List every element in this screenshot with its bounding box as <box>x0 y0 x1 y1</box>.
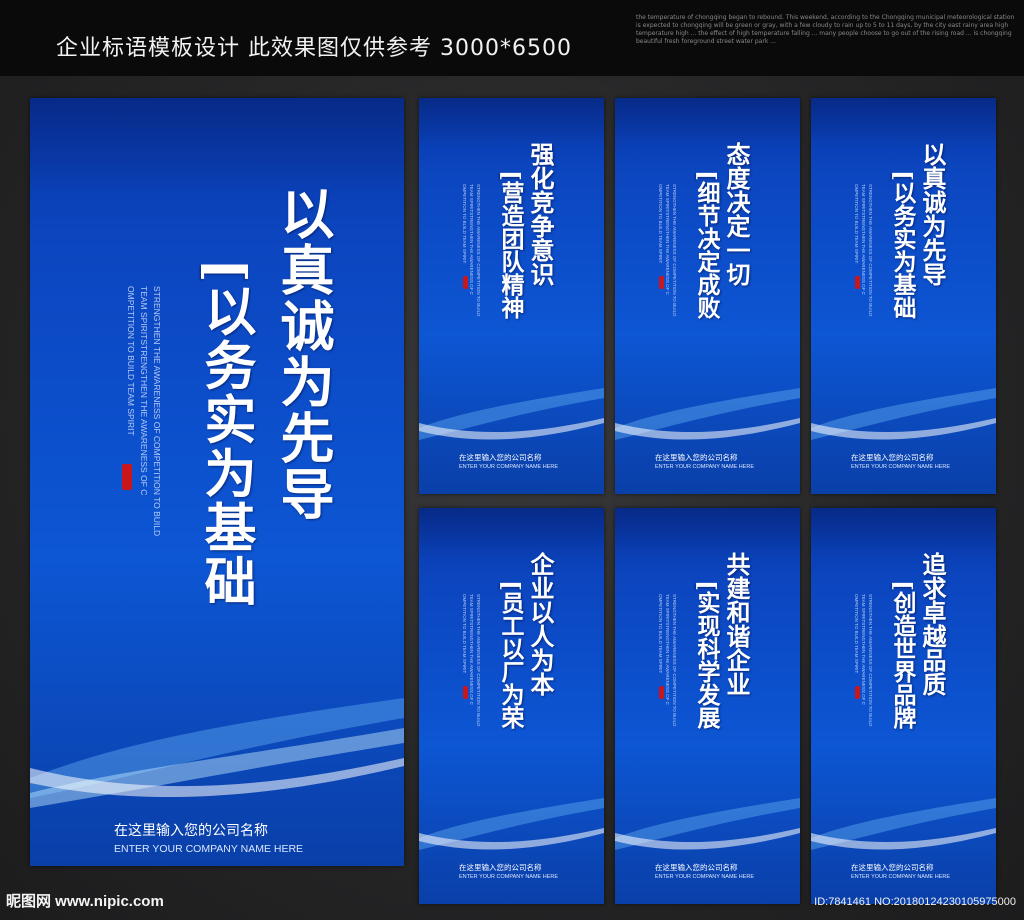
poster-main-slogan: 追求卓越品质 <box>918 552 947 696</box>
banner-title: 企业标语模板设计 此效果图仅供参考 3000*6500 <box>56 36 572 61</box>
red-seal-stamp <box>463 276 468 289</box>
light-wave-decoration <box>811 388 996 440</box>
brush-stroke-decoration <box>615 508 800 580</box>
brush-stroke-decoration <box>30 98 404 237</box>
company-name: 在这里输入您的公司名称 <box>655 863 738 872</box>
poster-english-line-3: OMPETITION TO BUILD TEAM SPIRIT <box>126 286 136 436</box>
company-name-english: ENTER YOUR COMPANY NAME HERE <box>851 874 951 880</box>
red-seal-stamp <box>855 686 860 699</box>
banner-fine-print: the temperature of chongqing began to re… <box>636 14 1015 45</box>
brush-stroke-decoration <box>811 508 996 580</box>
poster-main-slogan: 态度决定一切 <box>722 142 751 286</box>
company-name: 在这里输入您的公司名称 <box>655 453 738 462</box>
company-name-english: ENTER YOUR COMPANY NAME HERE <box>459 464 559 470</box>
company-name: 在这里输入您的公司名称 <box>851 863 934 872</box>
poster-sub-slogan: [细节决定成败 <box>693 170 720 319</box>
company-name: 在这里输入您的公司名称 <box>459 453 542 462</box>
image-id-label: ID:7841461 NO:20180124230105975000 <box>814 896 1016 908</box>
brush-stroke-decoration <box>419 98 604 170</box>
poster-english-line-2: TEAM SPIRITSTRENGTHEN THE AWARENESS OF C <box>861 184 866 295</box>
poster-sub-slogan: [以务实为基础 <box>889 170 916 319</box>
poster-english-line-3: OMPETITION TO BUILD TEAM SPIRIT <box>854 184 859 264</box>
red-seal-stamp <box>855 276 860 289</box>
red-seal-stamp <box>463 686 468 699</box>
poster-english-line-2: TEAM SPIRITSTRENGTHEN THE AWARENESS OF C <box>139 286 149 496</box>
poster-english-line-2: TEAM SPIRITSTRENGTHEN THE AWARENESS OF C <box>861 594 866 705</box>
poster-english-line-3: OMPETITION TO BUILD TEAM SPIRIT <box>462 594 467 674</box>
poster-english-line-2: TEAM SPIRITSTRENGTHEN THE AWARENESS OF C <box>665 184 670 295</box>
company-name: 在这里输入您的公司名称 <box>851 453 934 462</box>
brush-stroke-decoration <box>811 98 996 170</box>
poster-small-3: 以真诚为先导 [以务实为基础 STRENGTHEN THE AWARENESS … <box>811 98 996 494</box>
poster-sub-slogan: [员工以厂为荣 <box>497 580 524 729</box>
light-wave-decoration <box>419 798 604 850</box>
light-wave-decoration <box>615 388 800 440</box>
poster-small-6: 追求卓越品质 [创造世界品牌 STRENGTHEN THE AWARENESS … <box>811 508 996 904</box>
light-wave-decoration <box>811 798 996 850</box>
light-wave-decoration <box>419 388 604 440</box>
poster-english-line-1: STRENGTHEN THE AWARENESS OF COMPETITION … <box>672 594 677 727</box>
poster-small-2: 态度决定一切 [细节决定成败 STRENGTHEN THE AWARENESS … <box>615 98 800 494</box>
poster-english-line-3: OMPETITION TO BUILD TEAM SPIRIT <box>658 594 663 674</box>
poster-main-slogan: 共建和谐企业 <box>722 552 751 696</box>
poster-english-line-2: TEAM SPIRITSTRENGTHEN THE AWARENESS OF C <box>665 594 670 705</box>
red-seal-stamp <box>122 464 132 490</box>
poster-main-slogan: 企业以人为本 <box>526 552 555 696</box>
poster-main-slogan: 强化竞争意识 <box>526 142 555 286</box>
company-name-english: ENTER YOUR COMPANY NAME HERE <box>459 874 559 880</box>
top-banner: 企业标语模板设计 此效果图仅供参考 3000*6500 the temperat… <box>0 0 1024 76</box>
poster-sub-slogan: [营造团队精神 <box>497 170 524 319</box>
light-wave-decoration <box>30 698 404 808</box>
poster-english-line-3: OMPETITION TO BUILD TEAM SPIRIT <box>854 594 859 674</box>
red-seal-stamp <box>659 276 664 289</box>
company-name-english: ENTER YOUR COMPANY NAME HERE <box>655 874 755 880</box>
watermark-logo: 昵图网 www.nipic.com <box>6 893 164 910</box>
brush-stroke-decoration <box>615 98 800 170</box>
company-name-english: ENTER YOUR COMPANY NAME HERE <box>851 464 951 470</box>
company-name-english: ENTER YOUR COMPANY NAME HERE <box>114 843 304 855</box>
company-name-english: ENTER YOUR COMPANY NAME HERE <box>655 464 755 470</box>
poster-english-line-3: OMPETITION TO BUILD TEAM SPIRIT <box>658 184 663 264</box>
poster-english-line-3: OMPETITION TO BUILD TEAM SPIRIT <box>462 184 467 264</box>
poster-english-line-1: STRENGTHEN THE AWARENESS OF COMPETITION … <box>672 184 677 317</box>
poster-sub-slogan: [创造世界品牌 <box>889 580 916 729</box>
poster-english-line-1: STRENGTHEN THE AWARENESS OF COMPETITION … <box>152 286 162 537</box>
poster-english-line-1: STRENGTHEN THE AWARENESS OF COMPETITION … <box>476 184 481 317</box>
poster-main-slogan: 以真诚为先导 <box>918 142 947 286</box>
poster-small-4: 企业以人为本 [员工以厂为荣 STRENGTHEN THE AWARENESS … <box>419 508 604 904</box>
poster-english-line-1: STRENGTHEN THE AWARENESS OF COMPETITION … <box>868 184 873 317</box>
poster-small-5: 共建和谐企业 [实现科学发展 STRENGTHEN THE AWARENESS … <box>615 508 800 904</box>
poster-small-1: 强化竞争意识 [营造团队精神 STRENGTHEN THE AWARENESS … <box>419 98 604 494</box>
poster-large: 以真诚为先导 [以务实为基础 STRENGTHEN THE AWARENESS … <box>30 98 404 866</box>
poster-sub-slogan: [以务实为基础 <box>195 258 256 609</box>
company-name: 在这里输入您的公司名称 <box>459 863 542 872</box>
red-seal-stamp <box>659 686 664 699</box>
poster-english-line-1: STRENGTHEN THE AWARENESS OF COMPETITION … <box>476 594 481 727</box>
brush-stroke-decoration <box>419 508 604 580</box>
poster-main-slogan: 以真诚为先导 <box>271 186 335 522</box>
poster-english-line-2: TEAM SPIRITSTRENGTHEN THE AWARENESS OF C <box>469 594 474 705</box>
poster-english-line-2: TEAM SPIRITSTRENGTHEN THE AWARENESS OF C <box>469 184 474 295</box>
company-name: 在这里输入您的公司名称 <box>114 822 268 838</box>
poster-english-line-1: STRENGTHEN THE AWARENESS OF COMPETITION … <box>868 594 873 727</box>
light-wave-decoration <box>615 798 800 850</box>
poster-sub-slogan: [实现科学发展 <box>693 580 720 729</box>
